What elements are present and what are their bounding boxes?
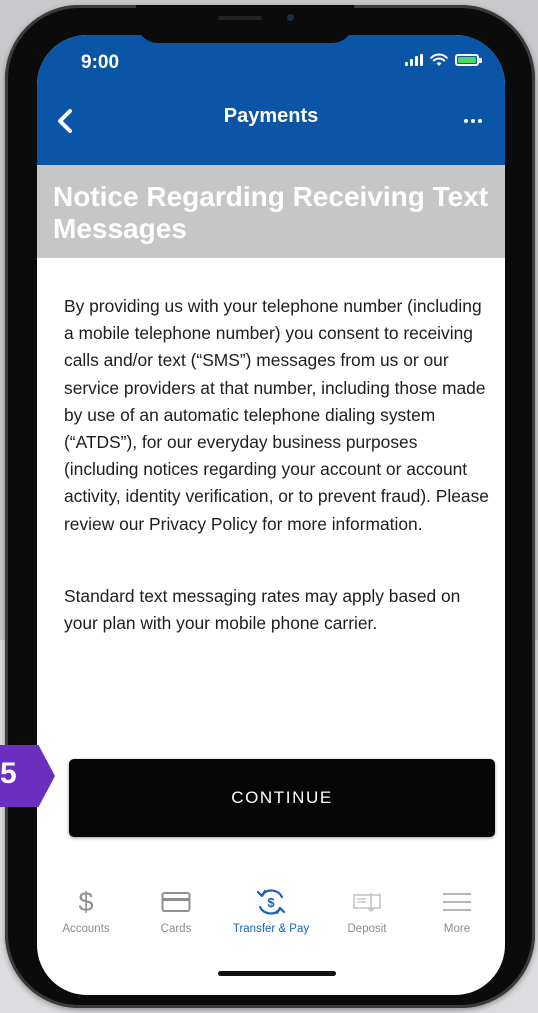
tab-more[interactable]: More (417, 883, 497, 953)
notice-paragraph-1: By providing us with your telephone numb… (64, 296, 489, 534)
tab-cards[interactable]: Cards (136, 883, 216, 953)
tab-transfer-pay[interactable]: $ Transfer & Pay (231, 883, 311, 953)
phone-notch (136, 5, 354, 43)
notice-body: By providing us with your telephone numb… (64, 293, 496, 637)
tab-label: Deposit (347, 923, 387, 935)
phone-screen: 9:00 Payments Notice Regarding Receiving… (37, 35, 505, 995)
status-icons (405, 53, 482, 67)
bottom-tab-bar: $ Accounts Cards $ Transfer & Pay Deposi… (37, 883, 505, 953)
signal-icon (405, 54, 423, 66)
tab-deposit[interactable]: Deposit (327, 883, 407, 953)
tab-label: Cards (160, 923, 192, 935)
battery-icon (455, 54, 482, 66)
phone-frame: 9:00 Payments Notice Regarding Receiving… (5, 5, 535, 1008)
deposit-check-icon (353, 893, 381, 913)
svg-text:$: $ (267, 895, 275, 910)
wifi-icon (430, 53, 448, 66)
notice-paragraph-2: Standard text messaging rates may apply … (64, 585, 461, 634)
status-time: 9:00 (81, 52, 120, 73)
tab-label: Accounts (62, 923, 110, 935)
more-options-icon[interactable] (457, 109, 489, 133)
tab-label: More (443, 923, 471, 935)
home-indicator (218, 971, 336, 976)
tab-label: Transfer & Pay (232, 923, 310, 935)
card-icon (161, 892, 191, 912)
continue-button[interactable]: CONTINUE (69, 759, 495, 837)
app-header: 9:00 Payments (37, 35, 505, 165)
dollar-icon: $ (78, 887, 93, 917)
page-title: Payments (223, 105, 319, 127)
transfer-pay-icon: $ (256, 889, 286, 915)
step-number: 5 (0, 757, 17, 790)
tab-accounts[interactable]: $ Accounts (46, 883, 126, 953)
notice-heading: Notice Regarding Receiving Text Messages (53, 181, 489, 244)
svg-text:$: $ (78, 887, 93, 917)
notice-heading-banner: Notice Regarding Receiving Text Messages (37, 165, 505, 258)
menu-icon (443, 893, 471, 911)
